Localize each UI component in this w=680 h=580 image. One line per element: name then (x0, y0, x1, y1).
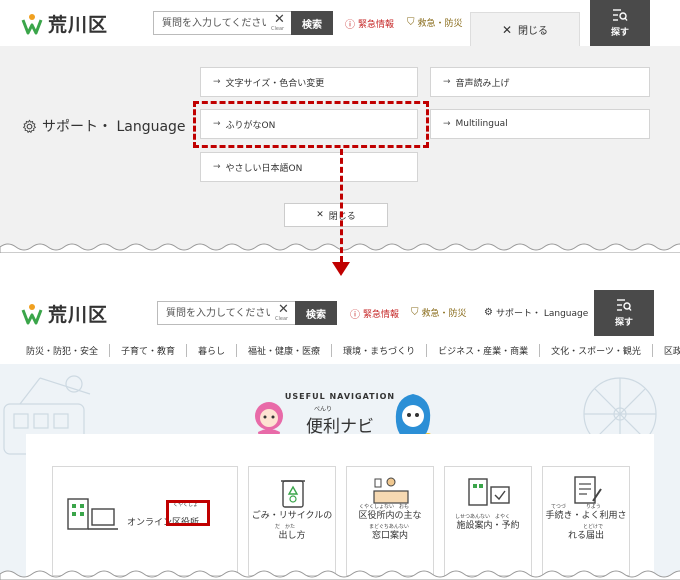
nav-item-culture[interactable]: 文化・スポーツ・観光 (539, 343, 652, 357)
shield-icon: ⛉ (411, 307, 419, 318)
nav-item-environment[interactable]: 環境・まちづくり (331, 343, 426, 357)
emergency-link[interactable]: ⓘ 緊急情報 (350, 306, 399, 321)
online-office-label: オンライン区役所 (127, 518, 200, 528)
disaster-label: 救急・防災 (417, 19, 463, 29)
close-support-tab[interactable]: ✕ 閉じる (470, 12, 580, 46)
building-computer-icon (67, 498, 118, 530)
card-procedures[interactable]: てつづ りよう 手続き・よく利用さ とどけで れる届出 (542, 466, 630, 576)
arakawa-logo-icon (21, 303, 43, 324)
search-button[interactable]: 検索 (295, 301, 337, 325)
multilingual-label: Multilingual (455, 119, 508, 129)
arrow-down-icon (332, 262, 350, 276)
garbage-label-line1: ごみ・リサイクルの (251, 511, 333, 521)
nav-item-welfare[interactable]: 福祉・健康・医療 (236, 343, 331, 357)
find-button[interactable]: 探す (594, 290, 654, 336)
procedure-label-line1: 手続き・よく利用さ (545, 511, 627, 521)
recycle-bin-icon (281, 480, 305, 508)
nav-item-childcare[interactable]: 子育て・教育 (109, 343, 186, 357)
card-online-office[interactable]: くやくしょ オンライン区役所 (52, 466, 238, 576)
emergency-label: 緊急情報 (358, 20, 395, 30)
support-link-label: サポート・ Language (495, 309, 589, 319)
emergency-link[interactable]: ⓘ 緊急情報 (345, 16, 394, 31)
read-aloud-option[interactable]: → 音声読み上げ (430, 67, 650, 97)
arrow-right-icon: → (213, 77, 221, 87)
furigana-label: ふりがなON (225, 120, 276, 131)
alert-icon: ⓘ (345, 20, 355, 31)
clear-label: Clear (271, 26, 285, 32)
office-label-line2: 窓口案内 (371, 531, 408, 541)
site-header: 荒川区 ✕ Clear 検索 ⓘ 緊急情報 ⛉ 救急・防災 ✕ 閉じる (0, 0, 680, 46)
site-logo[interactable]: 荒川区 (20, 300, 108, 327)
disaster-link[interactable]: ⛉ 救急・防災 (411, 306, 467, 319)
logo-text: 荒川区 (48, 14, 109, 36)
multilingual-option[interactable]: → Multilingual (430, 109, 650, 139)
useful-navigation-label: USEFUL NAVIGATION (284, 392, 396, 401)
text-size-option[interactable]: → 文字サイズ・色合い変更 (200, 67, 418, 97)
support-title-text: サポート・ Language (42, 119, 186, 135)
shield-icon: ⛉ (407, 17, 415, 28)
search-input[interactable] (154, 12, 266, 34)
read-aloud-label: 音声読み上げ (455, 78, 510, 89)
arrow-right-icon: → (443, 119, 451, 129)
find-button[interactable]: 探す (590, 0, 650, 46)
easy-japanese-option[interactable]: → やさしい日本語ON (200, 152, 418, 182)
alert-icon: ⓘ (350, 310, 360, 321)
card-garbage[interactable]: ごみ・リサイクルの だ かた 出し方 (248, 466, 336, 576)
card-facilities[interactable]: しせつあんない よやく 施設案内・予約 (444, 466, 532, 576)
arakawa-logo-icon (21, 13, 43, 34)
easy-japanese-label: やさしい日本語ON (225, 163, 303, 174)
facility-label-line1: 施設案内・予約 (456, 521, 520, 531)
support-panel-title: サポート・ Language (22, 116, 186, 136)
transition-arrow-line (340, 149, 343, 262)
gear-icon (22, 119, 37, 133)
logo-text: 荒川区 (48, 304, 109, 326)
emergency-label: 緊急情報 (363, 310, 400, 320)
garbage-label-line2: 出し方 (278, 531, 306, 541)
nav-item-business[interactable]: ビジネス・産業・商業 (426, 343, 539, 357)
close-icon: ✕ (274, 12, 285, 27)
disaster-link[interactable]: ⛉ 救急・防災 (407, 16, 463, 29)
close-icon: ✕ (278, 302, 289, 317)
arrow-right-icon: → (213, 162, 221, 172)
find-label: 探す (610, 28, 629, 38)
clear-button[interactable]: ✕ Clear (266, 12, 292, 34)
online-ruby: くやくしょ (173, 502, 199, 508)
close-tab-label: 閉じる (518, 26, 549, 37)
clear-button[interactable]: ✕ Clear (270, 302, 296, 324)
close-panel-button[interactable]: ✕ 閉じる (284, 203, 388, 227)
torn-edge-divider (0, 570, 680, 580)
menu-search-icon (617, 299, 632, 311)
arrow-right-icon: → (213, 119, 221, 129)
disaster-label: 救急・防災 (421, 309, 467, 319)
furigana-option[interactable]: → ふりがなON (200, 109, 418, 139)
site-logo[interactable]: 荒川区 (20, 10, 108, 37)
nav-item-safety[interactable]: 防災・防犯・安全 (26, 344, 109, 357)
gear-icon: ⚙ (484, 307, 493, 318)
search-box: ✕ Clear (157, 301, 297, 325)
search-input[interactable] (158, 302, 270, 324)
nav-item-living[interactable]: 暮らし (186, 343, 236, 357)
procedure-label-line2: れる届出 (567, 531, 604, 541)
clear-label: Clear (275, 316, 289, 322)
close-icon: ✕ (501, 22, 513, 37)
menu-search-icon (613, 9, 628, 21)
office-label-line1: 区役所内の主な (358, 511, 422, 521)
close-icon: ✕ (316, 210, 324, 220)
building-calendar-icon (468, 478, 510, 506)
text-size-label: 文字サイズ・色合い変更 (225, 78, 325, 89)
find-label: 探す (614, 318, 633, 328)
screenshot-after: 荒川区 ✕ Clear 検索 ⓘ 緊急情報 ⛉ 救急・防災 ⚙ サポート・ La… (0, 286, 680, 580)
card-office-guide[interactable]: くやくしょない おも 区役所内の主な まどぐちあんない 窓口案内 (346, 466, 434, 576)
arrow-right-icon: → (443, 77, 451, 87)
nav-item-government[interactable]: 区政情報 (651, 343, 680, 357)
search-box: ✕ Clear (153, 11, 293, 35)
support-language-link[interactable]: ⚙ サポート・ Language (484, 306, 588, 319)
search-button[interactable]: 検索 (291, 11, 333, 35)
category-nav: 防災・防犯・安全 子育て・教育 暮らし 福祉・健康・医療 環境・まちづくり ビジ… (0, 338, 680, 362)
site-header: 荒川区 ✕ Clear 検索 ⓘ 緊急情報 ⛉ 救急・防災 ⚙ サポート・ La… (0, 290, 680, 336)
